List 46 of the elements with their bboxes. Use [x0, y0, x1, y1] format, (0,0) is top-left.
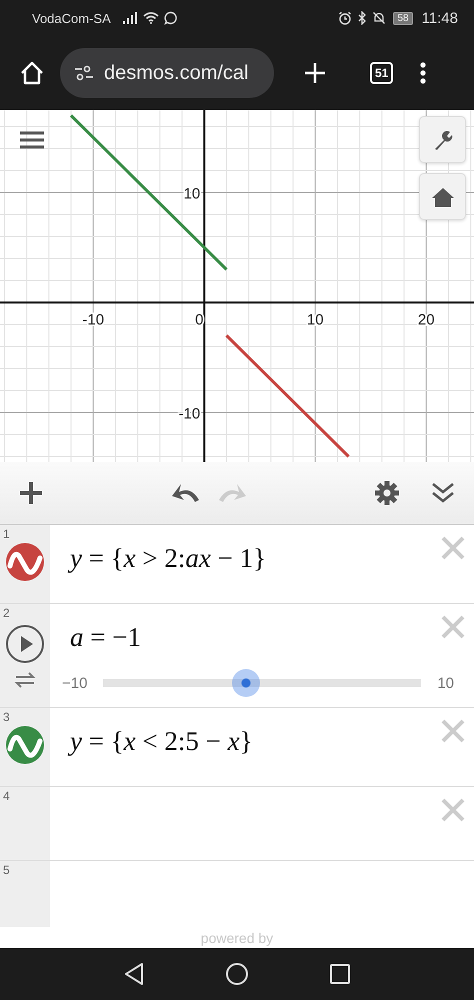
slider-thumb[interactable]	[232, 669, 260, 697]
back-icon[interactable]	[123, 962, 145, 986]
more-menu-icon[interactable]	[419, 60, 428, 86]
row-number: 4	[3, 789, 10, 803]
math-expression[interactable]: y = {x > 2:ax − 1}	[70, 543, 266, 574]
math-expression[interactable]: a = −1	[70, 622, 141, 653]
default-zoom-button[interactable]	[419, 173, 466, 220]
tab-count-button[interactable]: 51	[370, 62, 394, 84]
row-number: 3	[3, 710, 10, 724]
tick-label: 0	[195, 312, 204, 328]
battery-level: 58	[393, 12, 413, 24]
settings-button[interactable]	[419, 116, 466, 163]
clock-time: 11:48	[422, 10, 458, 26]
row-number: 1	[3, 527, 10, 541]
undo-icon[interactable]	[171, 482, 201, 504]
home-circle-icon[interactable]	[225, 962, 249, 986]
graph-color-icon[interactable]	[5, 542, 45, 582]
signal-icon	[122, 12, 138, 24]
tick-label: 20	[418, 312, 435, 328]
home-icon	[430, 186, 454, 208]
address-bar[interactable]: desmos.com/cal	[60, 48, 274, 98]
play-icon[interactable]	[5, 624, 45, 664]
url-text: desmos.com/cal	[104, 62, 248, 84]
plus-icon[interactable]	[302, 60, 328, 86]
tune-icon[interactable]	[74, 65, 94, 81]
tick-label: -10	[178, 406, 200, 422]
muted-bell-icon	[372, 11, 386, 25]
add-icon[interactable]	[18, 480, 44, 506]
row-number: 2	[3, 606, 10, 620]
slider-min: −10	[62, 674, 88, 692]
alarm-icon	[338, 11, 352, 25]
wifi-icon	[142, 12, 159, 24]
slider-max: 10	[437, 674, 454, 692]
row-number: 5	[3, 863, 10, 877]
math-expression[interactable]: y = {x < 2:5 − x}	[70, 726, 253, 757]
settings-icon[interactable]	[374, 480, 400, 506]
tick-label: -10	[82, 312, 104, 328]
recents-icon[interactable]	[329, 963, 351, 985]
graph-color-icon[interactable]	[5, 725, 45, 765]
tick-label: 10	[306, 312, 324, 328]
menu-icon[interactable]	[19, 130, 45, 150]
carrier-name: VodaCom-SA	[32, 10, 111, 26]
bluetooth-icon	[357, 11, 368, 25]
chat-bubble-icon	[164, 11, 178, 25]
tick-label: 10	[184, 186, 200, 202]
repeat-icon[interactable]	[14, 672, 36, 688]
